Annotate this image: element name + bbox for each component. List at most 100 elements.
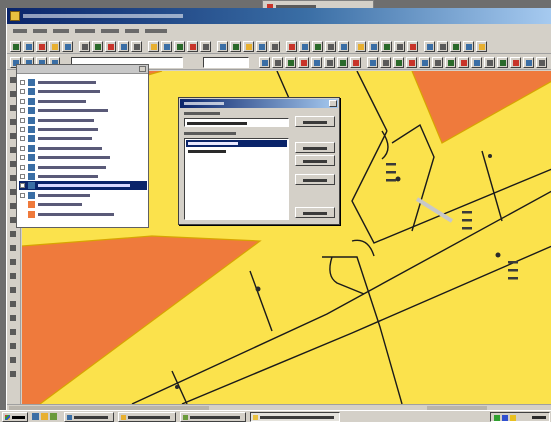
start-button[interactable] [2, 412, 28, 422]
expand-icon[interactable] [20, 98, 25, 104]
toolbar-button[interactable] [105, 41, 116, 52]
desktop-icon[interactable] [32, 413, 39, 420]
toolbar-button[interactable] [23, 41, 34, 52]
drawing-tool-button[interactable] [8, 271, 19, 282]
expand-icon[interactable] [20, 127, 25, 132]
expand-icon[interactable] [20, 192, 25, 198]
toolbar-button[interactable] [380, 57, 391, 68]
expand-icon[interactable] [20, 136, 25, 142]
expand-icon[interactable] [20, 145, 25, 151]
drawing-tool-button[interactable] [8, 327, 19, 338]
layer-tree-item[interactable] [19, 210, 147, 219]
toolbar-button[interactable] [432, 57, 443, 68]
toolbar-button[interactable] [419, 57, 430, 68]
toolbar-button[interactable] [256, 41, 267, 52]
toolbar-button[interactable] [36, 41, 47, 52]
toolbar-button[interactable] [243, 41, 254, 52]
expand-icon[interactable] [20, 164, 25, 170]
toolbar-button[interactable] [161, 41, 172, 52]
menu-item[interactable] [75, 29, 95, 33]
dialog-button[interactable] [295, 155, 335, 166]
toolbar-button[interactable] [269, 41, 280, 52]
layer-tree-item[interactable] [19, 125, 147, 134]
dialog-titlebar[interactable] [180, 99, 338, 108]
drawing-tool-button[interactable] [8, 243, 19, 254]
toolbar-button[interactable] [350, 57, 361, 68]
expand-icon[interactable] [20, 174, 25, 179]
toolbar-button[interactable] [286, 41, 297, 52]
layer-tree-item[interactable] [19, 181, 147, 191]
toolbar-button[interactable] [131, 41, 142, 52]
taskbar-task-button[interactable] [250, 412, 340, 422]
layer-tree-item[interactable] [19, 191, 147, 200]
drawing-tool-button[interactable] [8, 341, 19, 352]
layer-tree-item[interactable] [19, 97, 147, 106]
toolbar-button[interactable] [230, 41, 241, 52]
toolbar-button[interactable] [471, 57, 482, 68]
dialog-list[interactable] [184, 138, 289, 220]
expand-icon[interactable] [20, 89, 25, 95]
toolbar-button[interactable] [92, 41, 103, 52]
toolbar-button[interactable] [312, 41, 323, 52]
layer-tree-item[interactable] [19, 78, 147, 87]
toolbar-button[interactable] [476, 41, 487, 52]
toolbar-button[interactable] [536, 57, 547, 68]
toolbar-button[interactable] [424, 41, 435, 52]
toolbar-button[interactable] [259, 57, 270, 68]
layer-tree-item[interactable] [19, 153, 147, 162]
toolbar-button[interactable] [381, 41, 392, 52]
toolbar-button[interactable] [437, 41, 448, 52]
toolbar-button[interactable] [49, 41, 60, 52]
menu-item[interactable] [145, 29, 167, 33]
toolbar-button[interactable] [355, 41, 366, 52]
layer-tree-item[interactable] [19, 172, 147, 181]
network-icon[interactable] [494, 415, 500, 421]
close-icon[interactable] [329, 100, 337, 107]
toolbar-button[interactable] [272, 57, 283, 68]
toolbar-button[interactable] [187, 41, 198, 52]
close-icon[interactable] [139, 66, 146, 72]
toolbar-button[interactable] [311, 57, 322, 68]
toolbar-button[interactable] [324, 57, 335, 68]
browser-icon[interactable] [41, 413, 48, 420]
layer-tree-item[interactable] [19, 144, 147, 153]
menu-item[interactable] [13, 29, 27, 33]
toolbar-button[interactable] [497, 57, 508, 68]
toolbar-button[interactable] [299, 41, 310, 52]
dialog-list-item[interactable] [186, 140, 287, 147]
scale-selector-input[interactable] [203, 57, 249, 68]
toolbar-button[interactable] [10, 41, 21, 52]
toolbar-button[interactable] [484, 57, 495, 68]
menu-item[interactable] [33, 29, 47, 33]
layer-tree-item[interactable] [19, 116, 147, 125]
dialog-button[interactable] [295, 174, 335, 185]
title-bar[interactable] [7, 8, 551, 24]
toolbar-button[interactable] [217, 41, 228, 52]
toolbar-button[interactable] [463, 41, 474, 52]
drawing-tool-button[interactable] [8, 369, 19, 380]
layer-tree-item[interactable] [19, 106, 147, 115]
toolbar-button[interactable] [450, 41, 461, 52]
toolbar-button[interactable] [325, 41, 336, 52]
layer-tree-item[interactable] [19, 134, 147, 143]
layer-panel-titlebar[interactable] [17, 65, 148, 74]
menu-item[interactable] [53, 29, 69, 33]
toolbar-button[interactable] [510, 57, 521, 68]
dialog-list-item[interactable] [186, 148, 287, 155]
toolbar-button[interactable] [298, 57, 309, 68]
expand-icon[interactable] [20, 108, 25, 114]
drawing-tool-button[interactable] [8, 299, 19, 310]
drawing-tool-button[interactable] [8, 355, 19, 366]
toolbar-button[interactable] [79, 41, 90, 52]
drawing-tool-button[interactable] [8, 257, 19, 268]
layer-tree-item[interactable] [19, 200, 147, 209]
toolbar-button[interactable] [445, 57, 456, 68]
explorer-icon[interactable] [50, 413, 57, 420]
toolbar-button[interactable] [458, 57, 469, 68]
drawing-tool-button[interactable] [8, 313, 19, 324]
toolbar-button[interactable] [148, 41, 159, 52]
drawing-tool-button[interactable] [8, 285, 19, 296]
taskbar-task-button[interactable] [64, 412, 114, 422]
menu-item[interactable] [125, 29, 139, 33]
toolbar-button[interactable] [393, 57, 404, 68]
